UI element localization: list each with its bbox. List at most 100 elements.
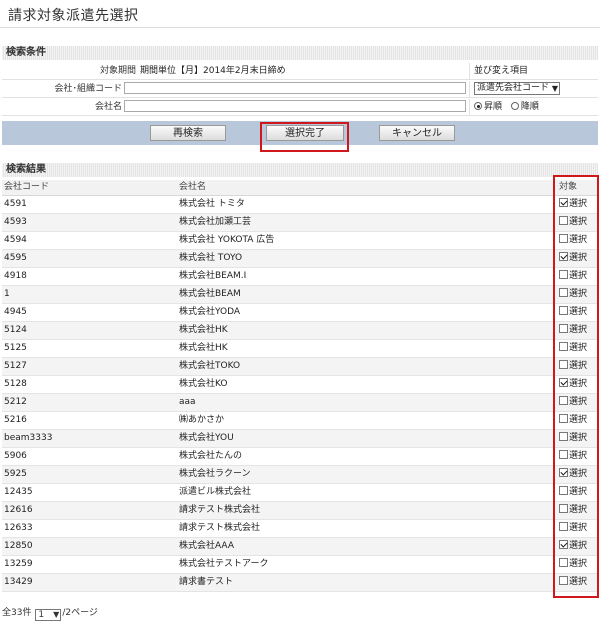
- select-checkbox[interactable]: [559, 198, 568, 207]
- select-checkbox[interactable]: [559, 216, 568, 225]
- select-checkbox-cell: 選択: [559, 520, 599, 537]
- select-checkbox[interactable]: [559, 468, 568, 477]
- company-code-cell: 13259: [4, 559, 33, 569]
- sort-desc-option[interactable]: 降順: [510, 102, 539, 112]
- company-name-cell: 派遣ビル株式会社: [179, 487, 252, 497]
- select-checkbox[interactable]: [559, 324, 568, 333]
- select-label: 選択: [569, 253, 588, 263]
- radio-selected-icon: [474, 102, 482, 110]
- table-row: beam3333 株式会社YOU 選択: [2, 430, 598, 448]
- company-code-cell: 5125: [4, 343, 27, 353]
- company-code-cell: 5124: [4, 325, 27, 335]
- total-count: 全33件: [2, 608, 32, 618]
- company-name-cell: 株式会社KO: [179, 379, 228, 389]
- company-code-cell: 5127: [4, 361, 27, 371]
- company-name-input[interactable]: [124, 100, 466, 112]
- company-code-label: 会社･組織コード: [54, 84, 122, 94]
- results-table-header: 会社コード 会社名 対象: [2, 180, 598, 196]
- sort-field-select[interactable]: 派遣先会社コード ▼: [474, 82, 560, 95]
- company-name-cell: aaa: [179, 397, 196, 407]
- page-title: 請求対象派遣先選択: [8, 8, 139, 24]
- company-code-cell: 12633: [4, 523, 33, 533]
- select-checkbox-cell: 選択: [559, 196, 599, 213]
- sort-desc-label: 降順: [520, 102, 539, 112]
- select-label: 選択: [569, 487, 588, 497]
- company-name-cell: 株式会社YODA: [179, 307, 241, 317]
- select-checkbox[interactable]: [559, 342, 568, 351]
- select-checkbox-cell: 選択: [559, 376, 599, 393]
- company-code-cell: 12435: [4, 487, 33, 497]
- table-row: 13429 請求書テスト 選択: [2, 574, 598, 592]
- research-button[interactable]: 再検索: [150, 125, 226, 141]
- select-checkbox[interactable]: [559, 270, 568, 279]
- select-checkbox[interactable]: [559, 396, 568, 405]
- select-checkbox[interactable]: [559, 540, 568, 549]
- select-checkbox-cell: 選択: [559, 322, 599, 339]
- select-checkbox[interactable]: [559, 504, 568, 513]
- company-code-cell: 5128: [4, 379, 27, 389]
- select-checkbox-cell: 選択: [559, 304, 599, 321]
- table-row: 12633 請求テスト株式会社 選択: [2, 520, 598, 538]
- select-label: 選択: [569, 415, 588, 425]
- sort-select-cell: 派遣先会社コード ▼: [469, 81, 598, 97]
- company-code-cell: 4593: [4, 217, 27, 227]
- select-label: 選択: [569, 451, 588, 461]
- select-checkbox-cell: 選択: [559, 250, 599, 267]
- select-checkbox-cell: 選択: [559, 502, 599, 519]
- select-checkbox-cell: 選択: [559, 340, 599, 357]
- select-checkbox[interactable]: [559, 450, 568, 459]
- select-checkbox[interactable]: [559, 522, 568, 531]
- chevron-down-icon: ▼: [551, 84, 558, 93]
- select-checkbox[interactable]: [559, 486, 568, 495]
- page-select[interactable]: 1 ▼: [35, 609, 62, 621]
- sort-label-cell: 並び変え項目: [469, 63, 598, 79]
- select-checkbox[interactable]: [559, 252, 568, 261]
- select-checkbox-cell: 選択: [559, 214, 599, 231]
- select-checkbox[interactable]: [559, 234, 568, 243]
- select-checkbox[interactable]: [559, 576, 568, 585]
- table-row: 4918 株式会社BEAM.I 選択: [2, 268, 598, 286]
- company-code-cell: 12616: [4, 505, 33, 515]
- company-code-input[interactable]: [124, 82, 466, 94]
- chevron-down-icon: ▼: [53, 610, 60, 619]
- table-row: 4594 株式会社 YOKOTA 広告 選択: [2, 232, 598, 250]
- company-code-cell: 4945: [4, 307, 27, 317]
- company-code-cell: 5906: [4, 451, 27, 461]
- select-label: 選択: [569, 199, 588, 209]
- select-done-button[interactable]: 選択完了: [266, 125, 344, 141]
- select-checkbox-cell: 選択: [559, 268, 599, 285]
- select-checkbox[interactable]: [559, 288, 568, 297]
- search-results-header: 検索結果: [2, 163, 598, 177]
- select-checkbox-cell: 選択: [559, 412, 599, 429]
- sort-asc-label: 昇順: [484, 102, 503, 112]
- period-label: 対象期間: [99, 66, 136, 76]
- select-label: 選択: [569, 559, 588, 569]
- select-checkbox-cell: 選択: [559, 430, 599, 447]
- select-checkbox-cell: 選択: [559, 358, 599, 375]
- select-label: 選択: [569, 379, 588, 389]
- sort-asc-option[interactable]: 昇順: [474, 102, 502, 112]
- radio-unselected-icon: [510, 102, 519, 110]
- cancel-button[interactable]: キャンセル: [379, 125, 455, 141]
- select-checkbox-cell: 選択: [559, 232, 599, 249]
- company-name-cell: ㈱あかさか: [179, 415, 225, 425]
- select-checkbox[interactable]: [559, 378, 568, 387]
- select-checkbox[interactable]: [559, 306, 568, 315]
- select-label: 選択: [569, 343, 588, 353]
- select-label: 選択: [569, 577, 588, 587]
- select-label: 選択: [569, 235, 588, 245]
- select-label: 選択: [569, 325, 588, 335]
- select-checkbox[interactable]: [559, 558, 568, 567]
- table-row: 5212 aaa 選択: [2, 394, 598, 412]
- company-name-cell: 株式会社テストアーク: [179, 559, 269, 569]
- select-checkbox-cell: 選択: [559, 448, 599, 465]
- select-checkbox[interactable]: [559, 360, 568, 369]
- company-name-cell: 株式会社AAA: [179, 541, 234, 551]
- select-checkbox[interactable]: [559, 432, 568, 441]
- company-name-cell: 請求書テスト: [179, 577, 234, 587]
- search-conditions-header: 検索条件: [2, 46, 598, 60]
- sort-field-value: 派遣先会社コード: [477, 83, 550, 93]
- table-row: 4591 株式会社 トミタ 選択: [2, 196, 598, 214]
- select-label: 選択: [569, 523, 588, 533]
- select-checkbox[interactable]: [559, 414, 568, 423]
